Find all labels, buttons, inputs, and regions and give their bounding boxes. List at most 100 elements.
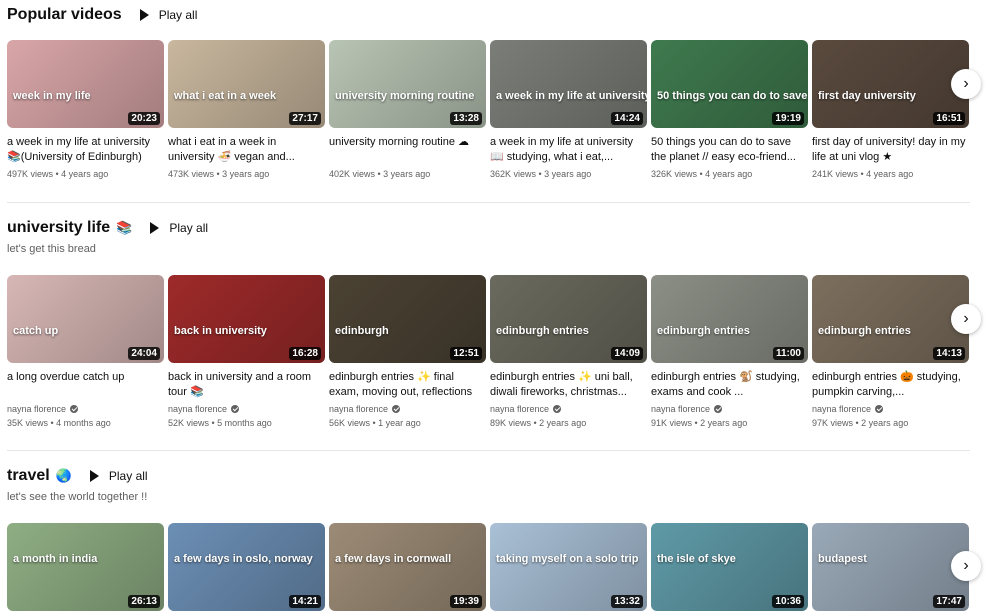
play-all-label: Play all — [108, 469, 148, 483]
video-row: a month in india 26:13 a few days in oslo,… — [7, 523, 969, 611]
play-all-button[interactable]: Play all — [89, 469, 148, 483]
video-card[interactable]: a month in india 26:13 — [7, 523, 164, 611]
video-card[interactable]: a few days in oslo, norway 14:21 — [168, 523, 325, 611]
thumbnail-caption: edinburgh entries — [818, 325, 911, 337]
video-meta: 473K views • 3 years ago — [168, 169, 270, 179]
duration-badge: 11:00 — [772, 347, 804, 360]
video-thumbnail[interactable]: catch up 24:04 — [7, 275, 164, 363]
duration-badge: 19:19 — [772, 112, 804, 125]
shelf-header: Popular videos Play all — [7, 4, 197, 26]
next-arrow-button[interactable]: › — [951, 304, 981, 334]
video-meta: 402K views • 3 years ago — [329, 169, 431, 179]
shelf-title[interactable]: university life — [7, 219, 110, 237]
shelf-title[interactable]: Popular videos — [7, 6, 122, 24]
video-meta: 56K views • 1 year ago — [329, 418, 421, 428]
play-all-label: Play all — [158, 8, 198, 22]
video-title[interactable]: edinburgh entries ✨ final exam, moving o… — [329, 370, 486, 400]
video-card[interactable]: a week in my life at university 14:24 a we… — [490, 40, 647, 179]
channel-name[interactable]: nayna florence — [812, 404, 969, 414]
shelf-title[interactable]: travel — [7, 467, 50, 485]
thumbnail-caption: 50 things you can do to save the planet — [657, 90, 808, 102]
channel-name-label: nayna florence — [490, 404, 550, 414]
video-meta: 362K views • 3 years ago — [490, 169, 592, 179]
video-title[interactable]: edinburgh entries ✨ uni ball, diwali fir… — [490, 370, 647, 400]
duration-badge: 26:13 — [128, 595, 160, 608]
video-title[interactable]: a week in my life at university 📚(Univer… — [7, 135, 164, 165]
globe-icon: 🌏 — [55, 468, 72, 483]
video-thumbnail[interactable]: what i eat in a week 27:17 — [168, 40, 325, 128]
channel-name[interactable]: nayna florence — [651, 404, 808, 414]
video-card[interactable]: what i eat in a week 27:17 what i eat in a… — [168, 40, 325, 179]
channel-name-label: nayna florence — [812, 404, 872, 414]
video-thumbnail[interactable]: week in my life 20:23 — [7, 40, 164, 128]
video-thumbnail[interactable]: first day university 16:51 — [812, 40, 969, 128]
duration-badge: 16:28 — [289, 347, 321, 360]
thumbnail-caption: the isle of skye — [657, 553, 736, 565]
play-icon — [139, 9, 149, 21]
channel-name[interactable]: nayna florence — [168, 404, 325, 414]
video-thumbnail[interactable]: budapest 17:47 — [812, 523, 969, 611]
video-thumbnail[interactable]: a few days in cornwall 19:39 — [329, 523, 486, 611]
duration-badge: 27:17 — [289, 112, 321, 125]
video-meta: 35K views • 4 months ago — [7, 418, 111, 428]
video-card[interactable]: budapest 17:47 — [812, 523, 969, 611]
next-arrow-button[interactable]: › — [951, 69, 981, 99]
video-title[interactable]: what i eat in a week in university 🍜 veg… — [168, 135, 325, 165]
video-title[interactable]: edinburgh entries 🐒 studying, exams and … — [651, 370, 808, 400]
channel-name[interactable]: nayna florence — [7, 404, 164, 414]
video-card[interactable]: edinburgh entries 14:09 edinburgh entries … — [490, 275, 647, 428]
channel-name-label: nayna florence — [7, 404, 67, 414]
video-thumbnail[interactable]: edinburgh entries 14:09 — [490, 275, 647, 363]
thumbnail-caption: university morning routine — [335, 90, 475, 102]
video-title[interactable]: a week in my life at university 📖 studyi… — [490, 135, 647, 165]
video-card[interactable]: taking myself on a solo trip 13:32 — [490, 523, 647, 611]
video-thumbnail[interactable]: edinburgh entries 14:13 — [812, 275, 969, 363]
video-title[interactable]: a long overdue catch up — [7, 370, 164, 400]
channel-name[interactable]: nayna florence — [329, 404, 486, 414]
thumbnail-caption: what i eat in a week — [174, 90, 277, 102]
chevron-right-icon: › — [963, 557, 969, 574]
video-title[interactable]: edinburgh entries 🎃 studying, pumpkin ca… — [812, 370, 969, 400]
video-thumbnail[interactable]: a week in my life at university 14:24 — [490, 40, 647, 128]
video-meta: 326K views • 4 years ago — [651, 169, 753, 179]
verified-icon — [553, 405, 562, 413]
video-card[interactable]: edinburgh entries 11:00 edinburgh entries … — [651, 275, 808, 428]
video-meta: 52K views • 5 months ago — [168, 418, 272, 428]
video-card[interactable]: edinburgh 12:51 edinburgh entries ✨ final … — [329, 275, 486, 428]
video-thumbnail[interactable]: edinburgh 12:51 — [329, 275, 486, 363]
video-card[interactable]: 50 things you can do to save the planet 1… — [651, 40, 808, 179]
video-card[interactable]: the isle of skye 10:36 — [651, 523, 808, 611]
play-all-button[interactable]: Play all — [139, 8, 198, 22]
video-thumbnail[interactable]: the isle of skye 10:36 — [651, 523, 808, 611]
duration-badge: 20:23 — [128, 112, 160, 125]
video-card[interactable]: first day university 16:51 first day of un… — [812, 40, 969, 179]
video-thumbnail[interactable]: a month in india 26:13 — [7, 523, 164, 611]
play-icon — [89, 470, 99, 482]
video-card[interactable]: a few days in cornwall 19:39 — [329, 523, 486, 611]
video-thumbnail[interactable]: taking myself on a solo trip 13:32 — [490, 523, 647, 611]
channel-name[interactable]: nayna florence — [490, 404, 647, 414]
video-title[interactable]: first day of university! day in my life … — [812, 135, 969, 165]
video-meta: 97K views • 2 years ago — [812, 418, 909, 428]
video-meta: 89K views • 2 years ago — [490, 418, 587, 428]
video-card[interactable]: back in university 16:28 back in universit… — [168, 275, 325, 428]
video-card[interactable]: university morning routine 13:28 universit… — [329, 40, 486, 179]
video-card[interactable]: edinburgh entries 14:13 edinburgh entries … — [812, 275, 969, 428]
play-all-button[interactable]: Play all — [150, 221, 208, 235]
video-title[interactable]: university morning routine ☁ — [329, 135, 486, 165]
verified-icon — [231, 405, 240, 413]
chevron-right-icon: › — [963, 75, 969, 92]
video-thumbnail[interactable]: back in university 16:28 — [168, 275, 325, 363]
video-thumbnail[interactable]: edinburgh entries 11:00 — [651, 275, 808, 363]
video-card[interactable]: week in my life 20:23 a week in my life at… — [7, 40, 164, 179]
duration-badge: 13:32 — [611, 595, 643, 608]
next-arrow-button[interactable]: › — [951, 551, 981, 581]
thumbnail-caption: a few days in oslo, norway — [174, 553, 313, 565]
video-title[interactable]: 50 things you can do to save the planet … — [651, 135, 808, 165]
video-thumbnail[interactable]: a few days in oslo, norway 14:21 — [168, 523, 325, 611]
video-thumbnail[interactable]: 50 things you can do to save the planet 1… — [651, 40, 808, 128]
video-title[interactable]: back in university and a room tour 📚 — [168, 370, 325, 400]
video-card[interactable]: catch up 24:04 a long overdue catch up nayn… — [7, 275, 164, 428]
verified-icon — [714, 405, 723, 413]
video-thumbnail[interactable]: university morning routine 13:28 — [329, 40, 486, 128]
